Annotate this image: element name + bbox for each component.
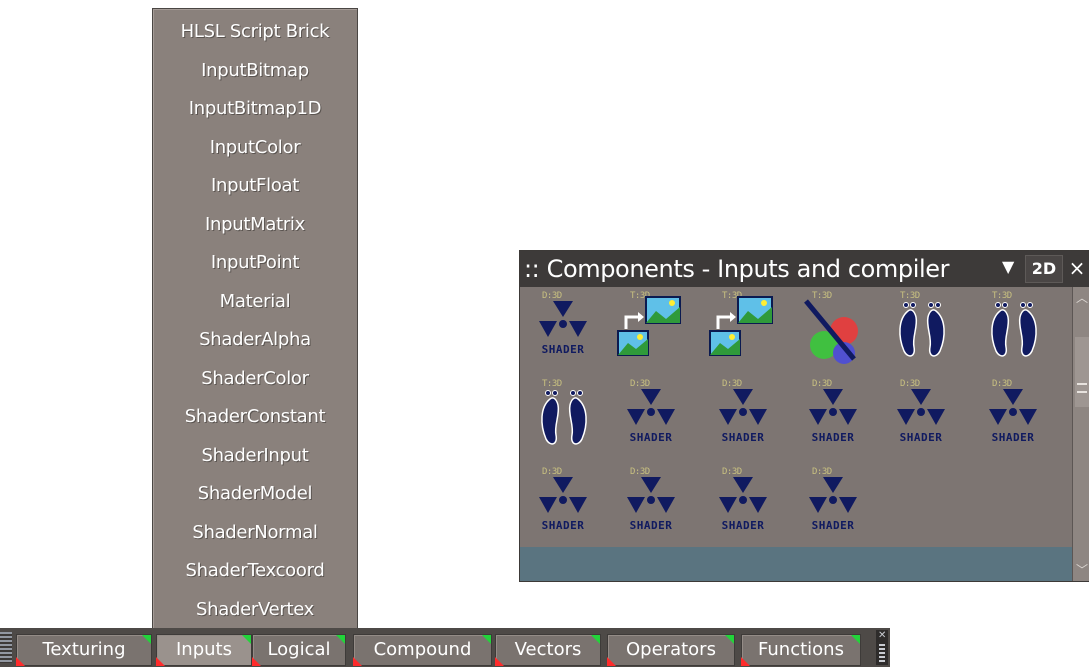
menu-item[interactable]: ShaderTexcoord xyxy=(153,552,357,590)
toolbar-grip-handle[interactable] xyxy=(0,632,12,663)
menu-item[interactable]: InputBitmap1D xyxy=(153,90,357,128)
component-label: SHADER xyxy=(811,519,855,532)
tab-logical[interactable]: Logical xyxy=(252,634,346,666)
menu-item[interactable]: Material xyxy=(153,283,357,321)
menu-item[interactable]: ShaderColor xyxy=(153,360,357,398)
tab-marker-red-icon xyxy=(353,657,362,666)
component-label: SHADER xyxy=(721,519,765,532)
tab-marker-red-icon xyxy=(252,657,261,666)
view-mode-2d-button[interactable]: 2D xyxy=(1025,255,1063,283)
tab-marker-red-icon xyxy=(16,657,25,666)
menu-item[interactable]: InputBitmap xyxy=(153,52,357,90)
tab-marker-red-icon xyxy=(156,657,165,666)
component-tile[interactable]: T:3D xyxy=(798,291,878,367)
close-icon[interactable]: ✕ xyxy=(878,630,886,641)
component-tile[interactable]: D:3D SHADER xyxy=(616,467,696,543)
tab-label: Functions xyxy=(758,639,844,660)
component-label: SHADER xyxy=(541,343,585,356)
tab-texturing[interactable]: Texturing xyxy=(16,634,152,666)
tab-label: Logical xyxy=(267,639,331,660)
tab-operators[interactable]: Operators xyxy=(607,634,735,666)
component-tile[interactable]: D:3D SHADER xyxy=(528,467,608,543)
scroll-up-icon[interactable]: ︿ xyxy=(1076,289,1088,306)
vertical-scrollbar[interactable]: ︿ ﹀ xyxy=(1072,287,1089,581)
component-label: SHADER xyxy=(811,431,855,444)
menu-item[interactable]: HLSL Script Brick xyxy=(153,13,357,51)
component-tile[interactable]: D:3D SHADER xyxy=(798,379,878,455)
tab-marker-green-icon xyxy=(482,635,491,644)
scrollbar-thumb[interactable] xyxy=(1075,337,1089,407)
menu-item[interactable]: ShaderConstant xyxy=(153,398,357,436)
chevron-down-icon[interactable]: ▼ xyxy=(1002,257,1014,276)
inputs-dropdown-menu: HLSL Script Brick InputBitmap InputBitmap1… xyxy=(152,8,358,630)
component-label: SHADER xyxy=(721,431,765,444)
tab-marker-green-icon xyxy=(851,635,860,644)
component-tile[interactable]: T:3D xyxy=(886,291,966,367)
toolbar-options-handle[interactable]: ✕ xyxy=(876,630,888,665)
component-tile[interactable]: D:3D SHADER xyxy=(528,291,608,367)
thumb-grip-icon xyxy=(1077,383,1087,393)
tab-label: Operators xyxy=(626,639,716,660)
component-tile[interactable]: D:3D SHADER xyxy=(978,379,1058,455)
category-tab-bar: Texturing Inputs Logical Compound Vectors Ope… xyxy=(0,628,890,667)
tab-marker-red-icon xyxy=(741,657,750,666)
grip-dots-icon xyxy=(879,644,885,662)
tab-marker-red-icon xyxy=(607,657,616,666)
component-label: SHADER xyxy=(629,431,673,444)
component-tile[interactable]: D:3D SHADER xyxy=(798,467,878,543)
components-grid: D:3D SHADER T:3D T:3D T:3D T:3D T:3D T:3D D:3D SH… xyxy=(520,287,1072,581)
tab-inputs[interactable]: Inputs xyxy=(156,634,252,666)
menu-item[interactable]: ShaderAlpha xyxy=(153,321,357,359)
component-tile[interactable]: T:3D xyxy=(978,291,1058,367)
component-tile[interactable]: D:3D SHADER xyxy=(886,379,966,455)
tab-compound[interactable]: Compound xyxy=(353,634,492,666)
component-tile[interactable]: T:3D xyxy=(708,291,788,367)
menu-item[interactable]: InputMatrix xyxy=(153,206,357,244)
scroll-down-icon[interactable]: ﹀ xyxy=(1076,561,1088,578)
component-tile[interactable]: T:3D xyxy=(528,379,608,455)
component-label: SHADER xyxy=(991,431,1035,444)
component-label: SHADER xyxy=(629,519,673,532)
tab-marker-red-icon xyxy=(495,657,504,666)
menu-item[interactable]: ShaderInput xyxy=(153,437,357,475)
close-panel-button[interactable]: × xyxy=(1067,255,1087,281)
tab-vectors[interactable]: Vectors xyxy=(495,634,601,666)
component-tile[interactable]: D:3D SHADER xyxy=(708,467,788,543)
tab-marker-green-icon xyxy=(725,635,734,644)
component-label: SHADER xyxy=(541,519,585,532)
tab-label: Compound xyxy=(373,639,472,660)
tab-marker-green-icon xyxy=(336,635,345,644)
panel-statusbar xyxy=(520,547,1072,581)
menu-item[interactable]: InputColor xyxy=(153,129,357,167)
component-tile[interactable]: T:3D xyxy=(616,291,696,367)
panel-titlebar[interactable]: :: Components - Inputs and compiler ▼ 2D… xyxy=(520,251,1089,287)
tab-marker-green-icon xyxy=(242,635,251,644)
components-panel: :: Components - Inputs and compiler ▼ 2D… xyxy=(519,250,1089,582)
tab-label: Vectors xyxy=(514,639,582,660)
panel-title: :: Components - Inputs and compiler xyxy=(524,255,950,283)
component-version-badge: T:3D xyxy=(992,291,1012,301)
tab-marker-green-icon xyxy=(142,635,151,644)
menu-item[interactable]: InputPoint xyxy=(153,244,357,282)
component-tile[interactable]: D:3D SHADER xyxy=(616,379,696,455)
tab-label: Texturing xyxy=(42,639,126,660)
component-tile[interactable]: D:3D SHADER xyxy=(708,379,788,455)
menu-item[interactable]: ShaderNormal xyxy=(153,514,357,552)
menu-item[interactable]: ShaderModel xyxy=(153,475,357,513)
component-version-badge: T:3D xyxy=(542,379,562,389)
tab-label: Inputs xyxy=(176,639,232,660)
tab-functions[interactable]: Functions xyxy=(741,634,861,666)
menu-item[interactable]: InputFloat xyxy=(153,167,357,205)
component-version-badge: T:3D xyxy=(900,291,920,301)
menu-item[interactable]: ShaderVertex xyxy=(153,591,357,629)
tab-marker-green-icon xyxy=(591,635,600,644)
component-label: SHADER xyxy=(899,431,943,444)
